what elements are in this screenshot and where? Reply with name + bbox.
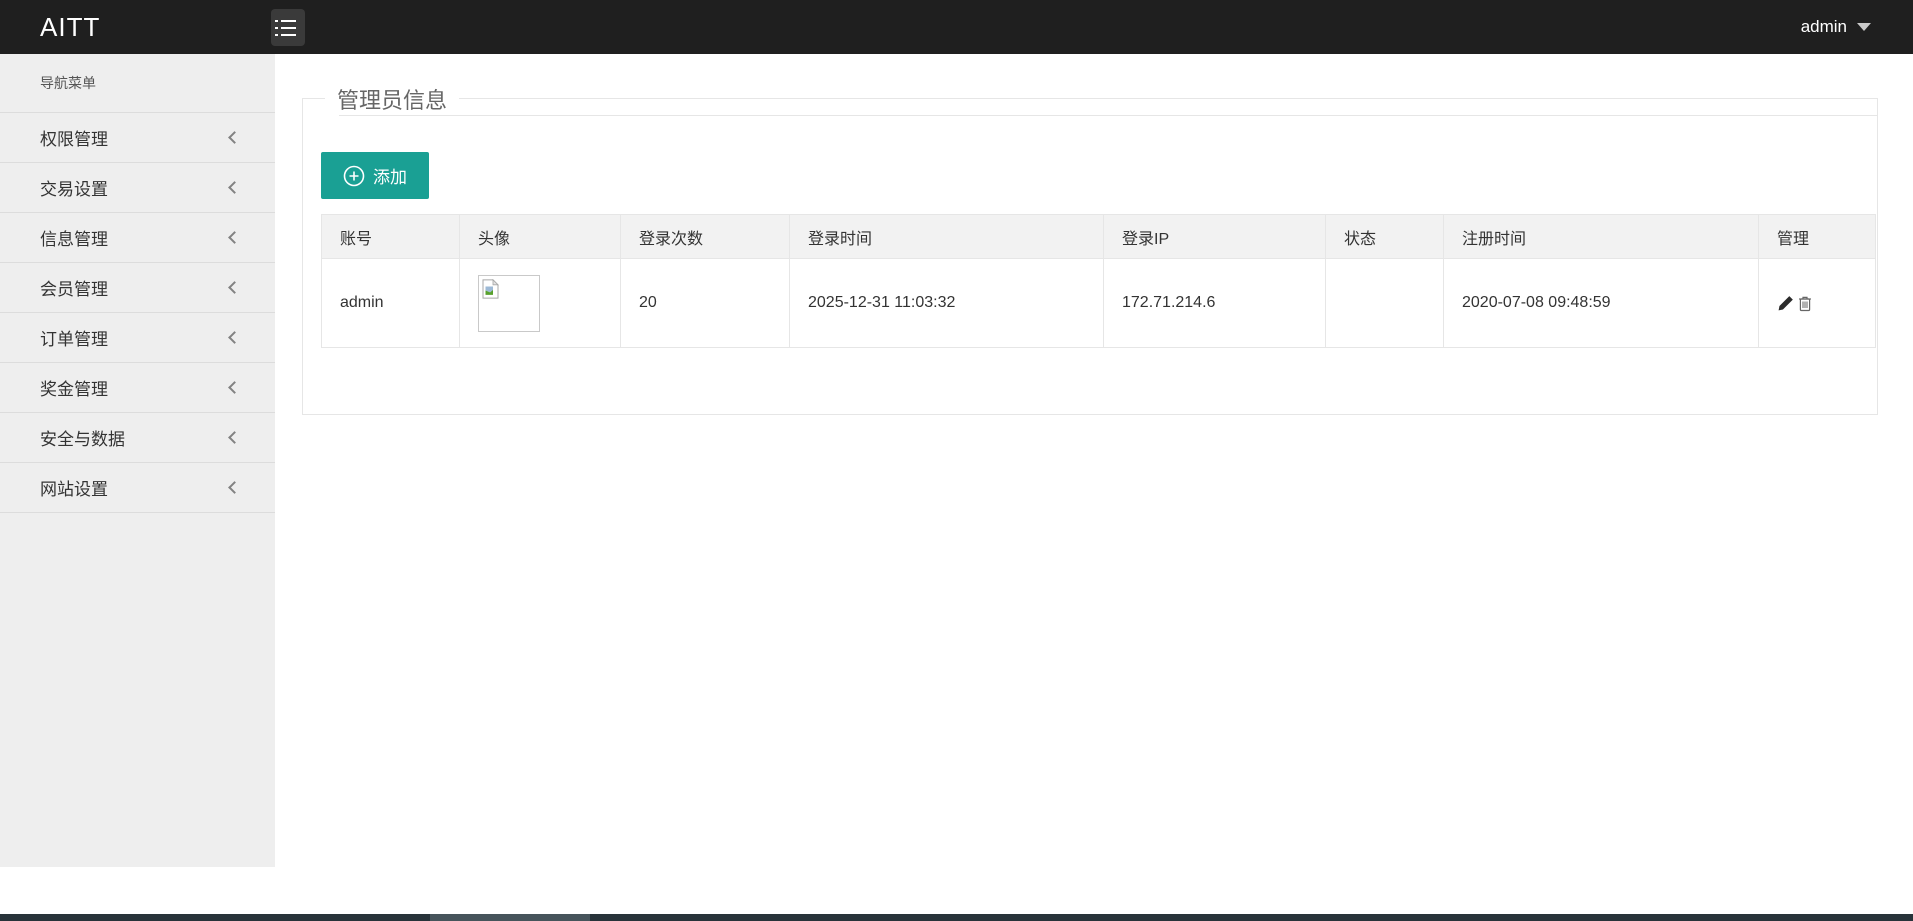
sidebar-item-site-settings[interactable]: 网站设置 [0,463,275,513]
sidebar-item-label: 交易设置 [40,180,108,199]
sidebar-item-label: 权限管理 [40,130,108,149]
sidebar-toggle-button[interactable] [271,9,305,46]
sidebar: 导航菜单 权限管理 交易设置 信息管理 会员管理 订单管理 奖金管理 安全与数据… [0,54,275,867]
sidebar-item-label: 网站设置 [40,480,108,499]
top-bar: AITT admin [0,0,1913,54]
title-divider [339,115,1877,116]
sidebar-item-members[interactable]: 会员管理 [0,263,275,313]
chevron-left-icon [228,381,241,394]
user-dropdown[interactable]: admin [1801,0,1871,54]
sidebar-item-label: 会员管理 [40,280,108,299]
sidebar-item-info-management[interactable]: 信息管理 [0,213,275,263]
sidebar-item-orders[interactable]: 订单管理 [0,313,275,363]
cell-avatar [459,258,621,348]
edit-button[interactable] [1777,295,1794,312]
app-logo: AITT [40,12,101,42]
broken-image-icon [482,278,499,299]
page-title: 管理员信息 [325,83,460,115]
col-manage: 管理 [1758,214,1876,259]
sidebar-item-label: 信息管理 [40,230,108,249]
sidebar-item-label: 奖金管理 [40,380,108,399]
col-account: 账号 [321,214,460,259]
avatar [478,274,540,332]
cell-login-ip: 172.71.214.6 [1103,258,1326,348]
cell-login-count: 20 [620,258,790,348]
admin-info-panel: 管理员信息 添加 账号 头像 登录次数 登录时间 登录IP 状态 注册时间 管理 [302,83,1878,415]
chevron-left-icon [228,181,241,194]
sidebar-item-trade-settings[interactable]: 交易设置 [0,163,275,213]
table-row: admin 20 2025-12-31 11:03:32 172.71.214.… [321,258,1876,348]
sidebar-item-permissions[interactable]: 权限管理 [0,113,275,163]
col-login-time: 登录时间 [789,214,1104,259]
plus-circle-icon [343,165,365,186]
sidebar-item-label: 安全与数据 [40,430,125,449]
cell-register-time: 2020-07-08 09:48:59 [1443,258,1759,348]
admins-table: 账号 头像 登录次数 登录时间 登录IP 状态 注册时间 管理 admin 20… [321,214,1876,348]
chevron-down-icon [1857,23,1871,31]
cell-login-time: 2025-12-31 11:03:32 [789,258,1104,348]
pencil-icon [1778,295,1793,310]
cell-account: admin [321,258,460,348]
delete-button[interactable] [1797,295,1813,312]
add-button[interactable]: 添加 [321,152,429,199]
col-login-count: 登录次数 [620,214,790,259]
chevron-left-icon [228,131,241,144]
horizontal-scrollbar[interactable] [0,914,1913,921]
sidebar-title: 导航菜单 [0,54,275,113]
table-header-row: 账号 头像 登录次数 登录时间 登录IP 状态 注册时间 管理 [321,214,1876,259]
user-name: admin [1800,17,1847,36]
chevron-left-icon [228,231,241,244]
chevron-left-icon [228,331,241,344]
add-button-label: 添加 [373,168,407,187]
sidebar-item-bonus[interactable]: 奖金管理 [0,363,275,413]
col-avatar: 头像 [459,214,621,259]
sidebar-item-security-data[interactable]: 安全与数据 [0,413,275,463]
chevron-left-icon [228,481,241,494]
chevron-left-icon [228,431,241,444]
sidebar-item-label: 订单管理 [40,330,108,349]
cell-status [1325,258,1444,348]
col-register-time: 注册时间 [1443,214,1759,259]
chevron-left-icon [228,281,241,294]
scrollbar-thumb[interactable] [430,914,590,921]
col-login-ip: 登录IP [1103,214,1326,259]
trash-icon [1799,296,1811,311]
cell-manage [1758,258,1876,348]
col-status: 状态 [1325,214,1444,259]
